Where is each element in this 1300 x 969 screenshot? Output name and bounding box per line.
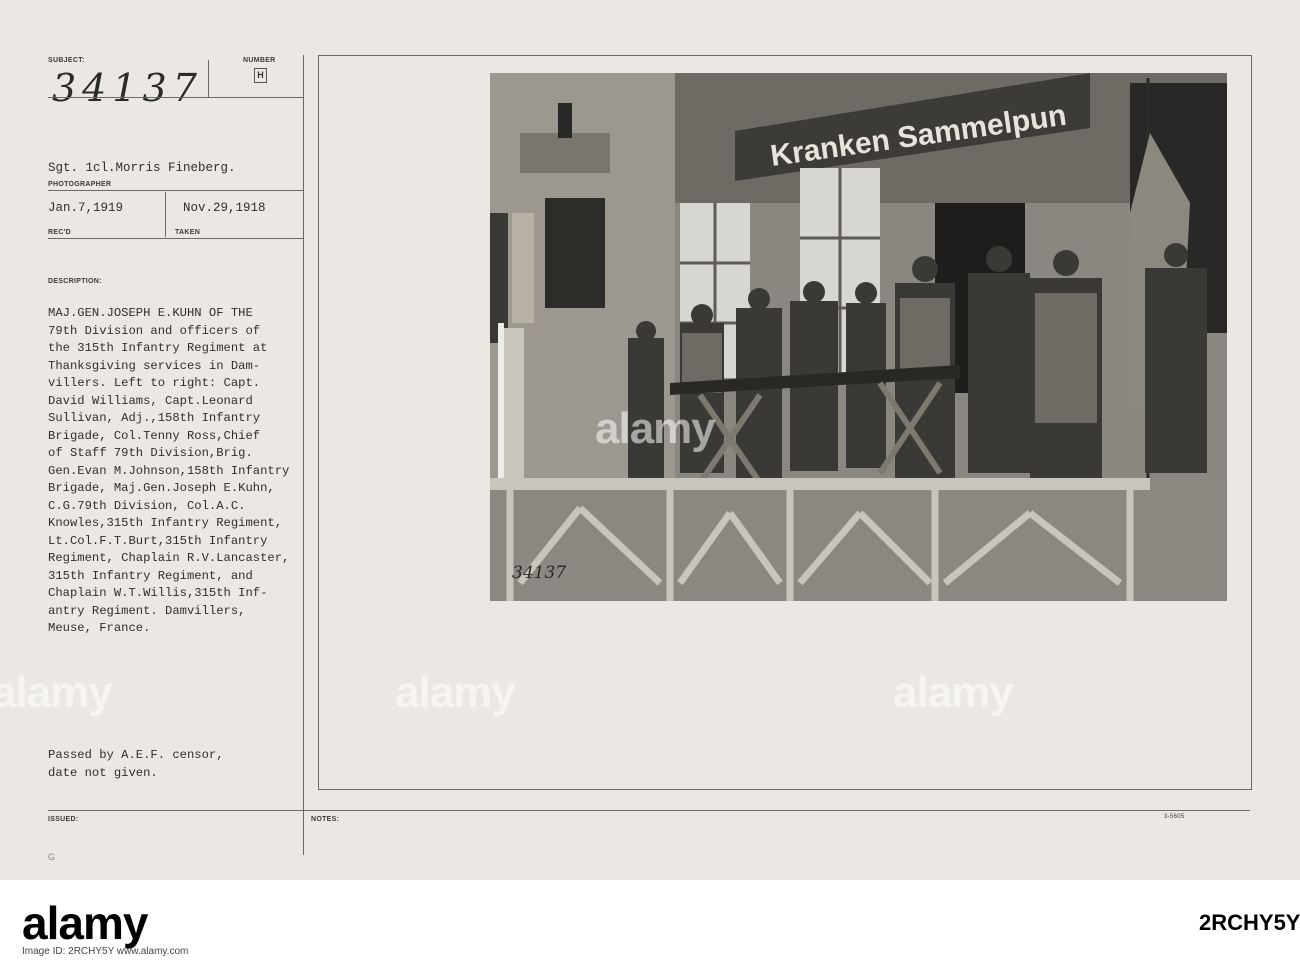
divider xyxy=(48,810,1250,811)
archive-card: SUBJECT: 34137 NUMBER H Sgt. 1cl.Morris … xyxy=(0,0,1300,880)
notes-label: NOTES: xyxy=(311,816,340,823)
number-label: NUMBER xyxy=(243,57,276,64)
image-id: 2RCHY5Y xyxy=(1199,910,1300,935)
photograph: Kranken Sammelpun 34137 xyxy=(490,73,1227,601)
divider xyxy=(48,190,303,191)
taken-date: Nov.29,1918 xyxy=(183,201,266,215)
divider xyxy=(165,192,166,237)
watermark-text: alamy xyxy=(0,668,113,717)
subject-label: SUBJECT: xyxy=(48,57,85,64)
photographer-name: Sgt. 1cl.Morris Fineberg. xyxy=(48,161,236,175)
footer-bar xyxy=(0,880,1300,969)
divider xyxy=(48,238,303,239)
negative-number: 34137 xyxy=(512,563,566,583)
alamy-logo[interactable]: alamy xyxy=(22,896,148,950)
column-divider xyxy=(303,55,304,855)
divider xyxy=(48,97,303,98)
watermark-text: alamy xyxy=(395,668,516,717)
form-code: 3-5605 xyxy=(1164,814,1185,820)
subject-number: 34137 xyxy=(52,66,203,110)
received-date: Jan.7,1919 xyxy=(48,201,124,215)
issued-label: ISSUED: xyxy=(48,816,79,823)
taken-label: TAKEN xyxy=(175,229,201,236)
received-label: REC'D xyxy=(48,229,71,236)
description-label: DESCRIPTION: xyxy=(48,278,102,285)
photo-scene: Kranken Sammelpun 34137 xyxy=(490,73,1227,601)
watermark-text: alamy xyxy=(595,404,716,453)
photographer-label: PHOTOGRAPHER xyxy=(48,181,112,188)
divider xyxy=(208,60,209,97)
number-badge: H xyxy=(254,68,267,83)
watermark-text: alamy xyxy=(893,668,1014,717)
footer-caption: Image ID: 2RCHY5Y www.alamy.com xyxy=(22,946,189,957)
corner-mark: G xyxy=(48,852,56,862)
